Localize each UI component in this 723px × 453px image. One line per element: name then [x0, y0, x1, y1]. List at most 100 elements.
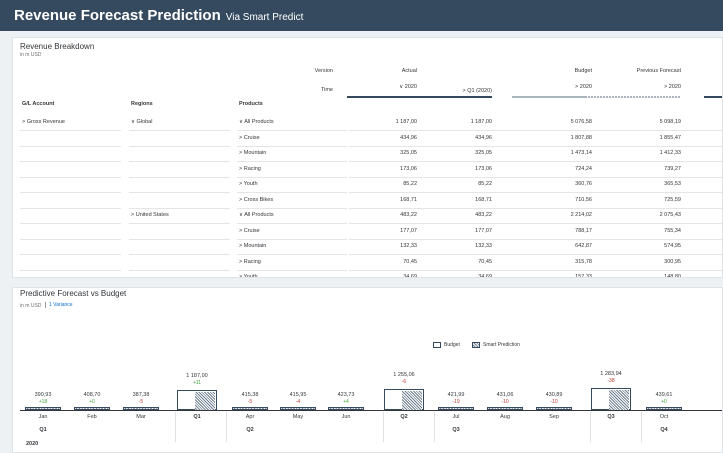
- x-tick-label: Jan: [38, 414, 48, 420]
- table-row: > Cruise 434,96 434,96 1 807,88 1 855,47: [13, 131, 722, 147]
- region-cell[interactable]: > United States: [131, 208, 231, 224]
- table-row: > Racing 173,06 173,06 724,24 739,27: [13, 162, 722, 178]
- product-cell[interactable]: > Youth: [239, 177, 359, 193]
- value-cell: 132,33: [400, 243, 417, 249]
- column-bar-1: [412, 96, 492, 98]
- value-cell: 5 076,58: [570, 119, 592, 125]
- product-cell[interactable]: > Mountain: [239, 239, 359, 255]
- x-tick-label: Sep: [549, 414, 559, 420]
- value-cell: 132,33: [475, 243, 492, 249]
- forecast-card: Predictive Forecast vs Budget in m USD 1…: [12, 287, 723, 453]
- product-cell[interactable]: > Racing: [239, 255, 359, 271]
- table-row: > Racing 70,45 70,45 315,78 300,95: [13, 255, 722, 271]
- gl-account-header: G/L Account: [22, 101, 55, 107]
- product-cell[interactable]: > Cross Bikes: [239, 193, 359, 209]
- gl-account-cell[interactable]: > Gross Revenue: [22, 115, 122, 131]
- table-row: > Cross Bikes 168,71 168,71 710,56 725,59: [13, 193, 722, 209]
- value-cell: 1 473,14: [570, 150, 592, 156]
- value-cell: 168,71: [400, 196, 417, 203]
- app-header: Revenue Forecast Prediction Via Smart Pr…: [0, 0, 723, 31]
- data-label: 415,38: [241, 392, 259, 398]
- value-cell: 300,95: [664, 258, 681, 265]
- variance-label: -10: [550, 399, 558, 405]
- value-cell: 434,96: [400, 134, 417, 141]
- column-bar-3: [585, 96, 681, 98]
- value-cell: 315,78: [575, 258, 592, 265]
- period-separator: [641, 412, 642, 442]
- data-label: 408,70: [83, 392, 101, 398]
- legend-budget-label: Budget: [444, 342, 460, 348]
- product-cell[interactable]: > Mountain: [239, 146, 359, 162]
- data-label: 1 187,00: [186, 372, 208, 379]
- variance-label: -19: [452, 399, 460, 405]
- value-cell: 85,22: [403, 181, 417, 187]
- product-cell[interactable]: ∨ All Products: [239, 208, 359, 224]
- revenue-breakdown-card: Revenue Breakdown in m USD Version Time …: [12, 37, 723, 278]
- chart-baseline: [20, 410, 722, 411]
- value-cell: 177,07: [475, 227, 492, 234]
- column-time-2[interactable]: > 2020: [522, 84, 592, 90]
- app-title: Revenue Forecast Prediction: [14, 7, 221, 24]
- table-row: > Cruise 177,07 177,07 788,17 755,34: [13, 224, 722, 240]
- forecast-unit: in m USD: [20, 303, 42, 309]
- product-cell[interactable]: ∨ All Products: [239, 115, 359, 131]
- column-time-3[interactable]: > 2020: [595, 84, 681, 90]
- x-tick-label: Q2: [400, 414, 408, 420]
- value-cell: 1 187,00: [470, 119, 492, 125]
- value-cell: 724,24: [575, 165, 592, 172]
- value-cell: 1 807,88: [570, 134, 592, 141]
- prediction-bar[interactable]: [402, 390, 422, 410]
- variance-label: -38: [607, 378, 615, 385]
- x-tick-label: Oct: [659, 414, 669, 420]
- value-cell: 148,80: [664, 274, 681, 278]
- legend-budget[interactable]: Budget: [433, 342, 460, 348]
- variance-link[interactable]: 1 Variance: [45, 302, 73, 308]
- product-cell[interactable]: > Racing: [239, 162, 359, 178]
- products-header: Products: [239, 101, 263, 107]
- column-version-0: Actual: [401, 68, 417, 74]
- variance-label: +0: [89, 399, 95, 405]
- value-cell: 177,07: [400, 227, 417, 234]
- prediction-bar[interactable]: [609, 390, 629, 410]
- column-bar-2: [512, 96, 592, 98]
- prediction-bar[interactable]: [195, 391, 215, 410]
- value-cell: 173,06: [475, 165, 492, 172]
- x-tick-label: Q1: [193, 414, 201, 420]
- column-time-0[interactable]: ∨ 2020: [357, 84, 417, 90]
- value-cell: 360,76: [575, 181, 592, 187]
- x-tick-label: Q3: [607, 414, 615, 420]
- period-separator: [590, 412, 591, 442]
- legend-prediction[interactable]: Smart Prediction: [472, 342, 520, 348]
- app-subtitle: Via Smart Predict: [225, 11, 304, 23]
- period-separator: [434, 412, 435, 442]
- column-bar-overflow: [704, 96, 722, 98]
- value-cell: 2 075,43: [659, 212, 681, 218]
- value-cell: 173,06: [400, 165, 417, 172]
- variance-label: -5: [138, 399, 144, 405]
- variance-label: -5: [247, 399, 253, 405]
- table-row: > United States ∨ All Products 483,22 483,2…: [13, 208, 722, 224]
- year-label: 2020: [26, 441, 39, 447]
- variance-label: +11: [192, 379, 202, 386]
- period-separator: [383, 412, 384, 442]
- breakdown-title: Revenue Breakdown: [20, 42, 95, 51]
- product-cell[interactable]: > Cruise: [239, 131, 359, 147]
- product-cell[interactable]: > Youth: [239, 270, 359, 277]
- column-version-2: Budget: [574, 68, 592, 74]
- table-row: > Gross Revenue ∨ Global ∨ All Products 1 1…: [13, 115, 722, 131]
- region-cell[interactable]: ∨ Global: [131, 115, 231, 131]
- column-time-1[interactable]: > Q1 (2020): [422, 88, 492, 94]
- value-cell: 325,05: [400, 150, 417, 156]
- variance-label: -10: [501, 399, 509, 405]
- data-label: 1 255,06: [393, 371, 415, 378]
- x-tick-label: Aug: [500, 414, 510, 420]
- product-cell[interactable]: > Cruise: [239, 224, 359, 240]
- x-tick-label: Apr: [245, 414, 255, 420]
- value-cell: 574,95: [664, 243, 681, 249]
- data-label: 430,89: [545, 392, 563, 398]
- table-row: > Youth 34,69 34,69 157,33 148,80: [13, 270, 722, 278]
- variance-label: +4: [343, 399, 349, 405]
- value-cell: 739,27: [664, 165, 681, 172]
- quarter-label: Q1: [39, 427, 47, 433]
- variance-label: +18: [38, 399, 48, 405]
